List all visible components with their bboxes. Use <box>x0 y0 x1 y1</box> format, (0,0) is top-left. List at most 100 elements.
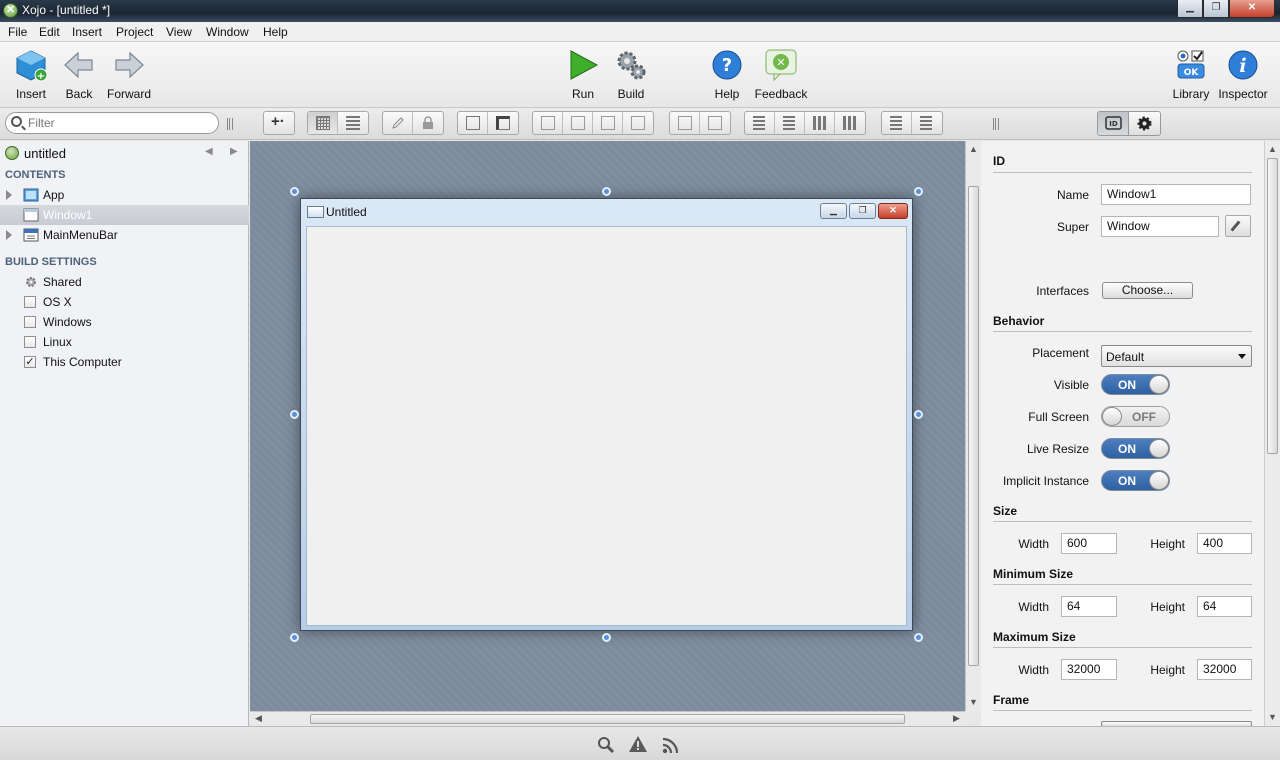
nav-item-window1[interactable]: Window1 <box>0 205 249 225</box>
add-menu-button[interactable]: +· <box>263 111 295 135</box>
forward-button[interactable]: Forward <box>99 48 159 101</box>
bring-to-front-button[interactable] <box>533 112 563 134</box>
build-item-windows[interactable]: Windows <box>0 312 249 332</box>
width-field[interactable]: 600 <box>1061 533 1117 554</box>
scroll-up-icon[interactable]: ▲ <box>969 144 978 154</box>
lock-button[interactable] <box>413 112 443 134</box>
space-horizontal-button[interactable] <box>882 112 912 134</box>
build-item-osx[interactable]: OS X <box>0 292 249 312</box>
maximize-button[interactable]: ❐ <box>1203 0 1229 18</box>
bring-forward-button[interactable] <box>563 112 593 134</box>
nav-forward-icon[interactable]: ▶ <box>230 146 238 157</box>
inspector-button[interactable]: i Inspector <box>1213 48 1273 101</box>
edit-button[interactable] <box>383 112 413 134</box>
library-button[interactable]: OK Library <box>1161 48 1221 101</box>
max-height-field[interactable]: 32000 <box>1197 659 1252 680</box>
vertical-scroll-thumb[interactable] <box>968 186 979 666</box>
edit-super-pencil-icon[interactable] <box>1225 215 1251 237</box>
splitter-grip-icon[interactable] <box>227 118 233 130</box>
warning-icon[interactable] <box>628 735 648 756</box>
resize-handle-bottom-left[interactable] <box>290 633 299 642</box>
filter-field[interactable] <box>5 112 219 134</box>
build-item-label: Linux <box>43 335 72 349</box>
resize-handle-top-right[interactable] <box>914 187 923 196</box>
help-button[interactable]: ? Help <box>697 48 757 101</box>
inspector-splitter-grip-icon[interactable] <box>993 118 999 130</box>
contents-button[interactable] <box>458 112 488 134</box>
resize-handle-bottom-right[interactable] <box>914 633 923 642</box>
linux-checkbox[interactable] <box>24 336 36 348</box>
rss-feed-icon[interactable] <box>662 736 680 757</box>
fill-width-button[interactable] <box>670 112 700 134</box>
attributes-mode-button[interactable] <box>1129 112 1160 135</box>
ruler-button[interactable] <box>488 112 518 134</box>
send-to-back-button[interactable] <box>623 112 653 134</box>
build-item-shared[interactable]: Shared <box>0 272 249 292</box>
inspector-scroll-thumb[interactable] <box>1267 158 1278 454</box>
scroll-down-icon[interactable]: ▼ <box>1268 712 1277 722</box>
osx-checkbox[interactable] <box>24 296 36 308</box>
resize-handle-left[interactable] <box>290 410 299 419</box>
choose-interfaces-button[interactable]: Choose... <box>1102 282 1193 299</box>
nav-item-label: MainMenuBar <box>43 228 118 242</box>
nav-item-mainmenubar[interactable]: MainMenuBar <box>0 225 249 245</box>
menu-edit[interactable]: Edit <box>39 25 60 39</box>
resize-handle-right[interactable] <box>914 410 923 419</box>
windows-checkbox[interactable] <box>24 316 36 328</box>
canvas-horizontal-scrollbar[interactable]: ◀ ▶ <box>250 711 965 726</box>
id-mode-button[interactable]: ID <box>1098 112 1129 135</box>
implicit-instance-toggle[interactable]: ON <box>1101 470 1170 491</box>
list-view-button[interactable] <box>338 112 368 134</box>
scroll-left-icon[interactable]: ◀ <box>255 713 262 724</box>
menu-insert[interactable]: Insert <box>72 25 102 39</box>
design-window-preview[interactable]: Untitled ▁ ❐ ✕ <box>300 198 913 631</box>
align-right-button[interactable] <box>775 112 805 134</box>
add-plus-icon[interactable]: +· <box>264 112 294 134</box>
height-field[interactable]: 400 <box>1197 533 1252 554</box>
resize-handle-bottom[interactable] <box>602 633 611 642</box>
disclosure-triangle-icon[interactable] <box>6 230 12 240</box>
scroll-up-icon[interactable]: ▲ <box>1268 144 1277 154</box>
menu-file[interactable]: File <box>8 25 27 39</box>
canvas-vertical-scrollbar[interactable]: ▲ ▼ <box>965 141 981 711</box>
placement-select[interactable]: Default <box>1101 345 1252 367</box>
close-button[interactable]: ✕ <box>1229 0 1275 18</box>
scroll-right-icon[interactable]: ▶ <box>953 713 960 724</box>
grid-view-button[interactable] <box>308 112 338 134</box>
inspector-scrollbar[interactable]: ▲ ▼ <box>1264 141 1280 726</box>
resize-handle-top[interactable] <box>602 187 611 196</box>
minimize-button[interactable]: ▁ <box>1177 0 1203 18</box>
this-computer-checkbox[interactable]: ✓ <box>24 356 36 368</box>
align-top-button[interactable] <box>805 112 835 134</box>
super-field[interactable]: Window <box>1101 216 1219 237</box>
scroll-down-icon[interactable]: ▼ <box>969 697 978 707</box>
align-left-button[interactable] <box>745 112 775 134</box>
find-search-icon[interactable] <box>597 736 615 757</box>
menu-project[interactable]: Project <box>116 25 153 39</box>
min-height-field[interactable]: 64 <box>1197 596 1252 617</box>
filter-input[interactable] <box>28 115 213 131</box>
menu-help[interactable]: Help <box>263 25 288 39</box>
build-item-linux[interactable]: Linux <box>0 332 249 352</box>
build-button[interactable]: Build <box>601 48 661 101</box>
align-bottom-button[interactable] <box>835 112 865 134</box>
feedback-button[interactable]: ✕ Feedback <box>751 48 811 101</box>
menu-window[interactable]: Window <box>206 25 249 39</box>
design-window-body[interactable] <box>306 226 907 626</box>
name-field[interactable]: Window1 <box>1101 184 1251 205</box>
disclosure-triangle-icon[interactable] <box>6 190 12 200</box>
build-item-this-computer[interactable]: ✓ This Computer <box>0 352 249 372</box>
live-resize-toggle[interactable]: ON <box>1101 438 1170 459</box>
max-width-field[interactable]: 32000 <box>1061 659 1117 680</box>
nav-item-app[interactable]: App <box>0 185 249 205</box>
full-screen-toggle[interactable]: OFF <box>1101 406 1170 427</box>
fill-height-button[interactable] <box>700 112 730 134</box>
nav-back-icon[interactable]: ◀ <box>205 146 213 157</box>
resize-handle-top-left[interactable] <box>290 187 299 196</box>
horizontal-scroll-thumb[interactable] <box>310 714 905 724</box>
min-width-field[interactable]: 64 <box>1061 596 1117 617</box>
visible-toggle[interactable]: ON <box>1101 374 1170 395</box>
space-vertical-button[interactable] <box>912 112 942 134</box>
menu-view[interactable]: View <box>166 25 192 39</box>
send-backward-button[interactable] <box>593 112 623 134</box>
